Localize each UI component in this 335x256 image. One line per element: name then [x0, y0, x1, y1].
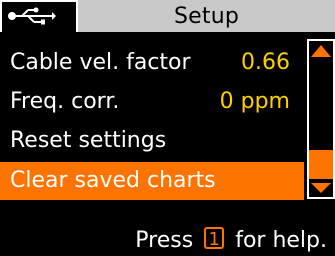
help-hint: Press 1 for help. — [135, 226, 327, 256]
scroll-up-button[interactable] — [309, 41, 333, 61]
menu-item-label: Cable vel. factor — [10, 50, 191, 75]
title-panel: Setup — [78, 0, 335, 32]
help-suffix: for help. — [235, 228, 327, 253]
arrow-up-icon — [311, 45, 331, 57]
menu-item-clear-saved-charts[interactable]: Clear saved charts — [0, 162, 304, 200]
menu-item-cable-vel-factor[interactable]: Cable vel. factor 0.66 — [0, 44, 304, 82]
setup-screen: Setup Cable vel. factor 0.66 Freq. corr.… — [0, 0, 335, 256]
help-prefix: Press — [135, 228, 194, 253]
menu-item-label: Reset settings — [10, 128, 167, 153]
scrollbar[interactable] — [307, 39, 335, 199]
arrow-down-icon — [311, 183, 331, 193]
menu-item-label: Freq. corr. — [10, 89, 120, 114]
menu-item-value: 0 ppm — [219, 89, 290, 114]
key-1-badge: 1 — [204, 227, 225, 250]
menu-item-reset-settings[interactable]: Reset settings — [0, 122, 304, 160]
usb-status — [0, 0, 78, 32]
menu-item-label: Clear saved charts — [10, 168, 216, 193]
menu-item-value: 0.66 — [241, 50, 290, 75]
title-bar: Setup — [0, 0, 335, 32]
menu-item-freq-corr[interactable]: Freq. corr. 0 ppm — [0, 83, 304, 121]
footer: Press 1 for help. — [0, 226, 335, 256]
scroll-track[interactable] — [309, 61, 333, 180]
usb-icon — [8, 7, 56, 25]
page-title: Setup — [173, 4, 240, 29]
scroll-thumb[interactable] — [309, 150, 333, 180]
scroll-down-button[interactable] — [309, 179, 333, 197]
